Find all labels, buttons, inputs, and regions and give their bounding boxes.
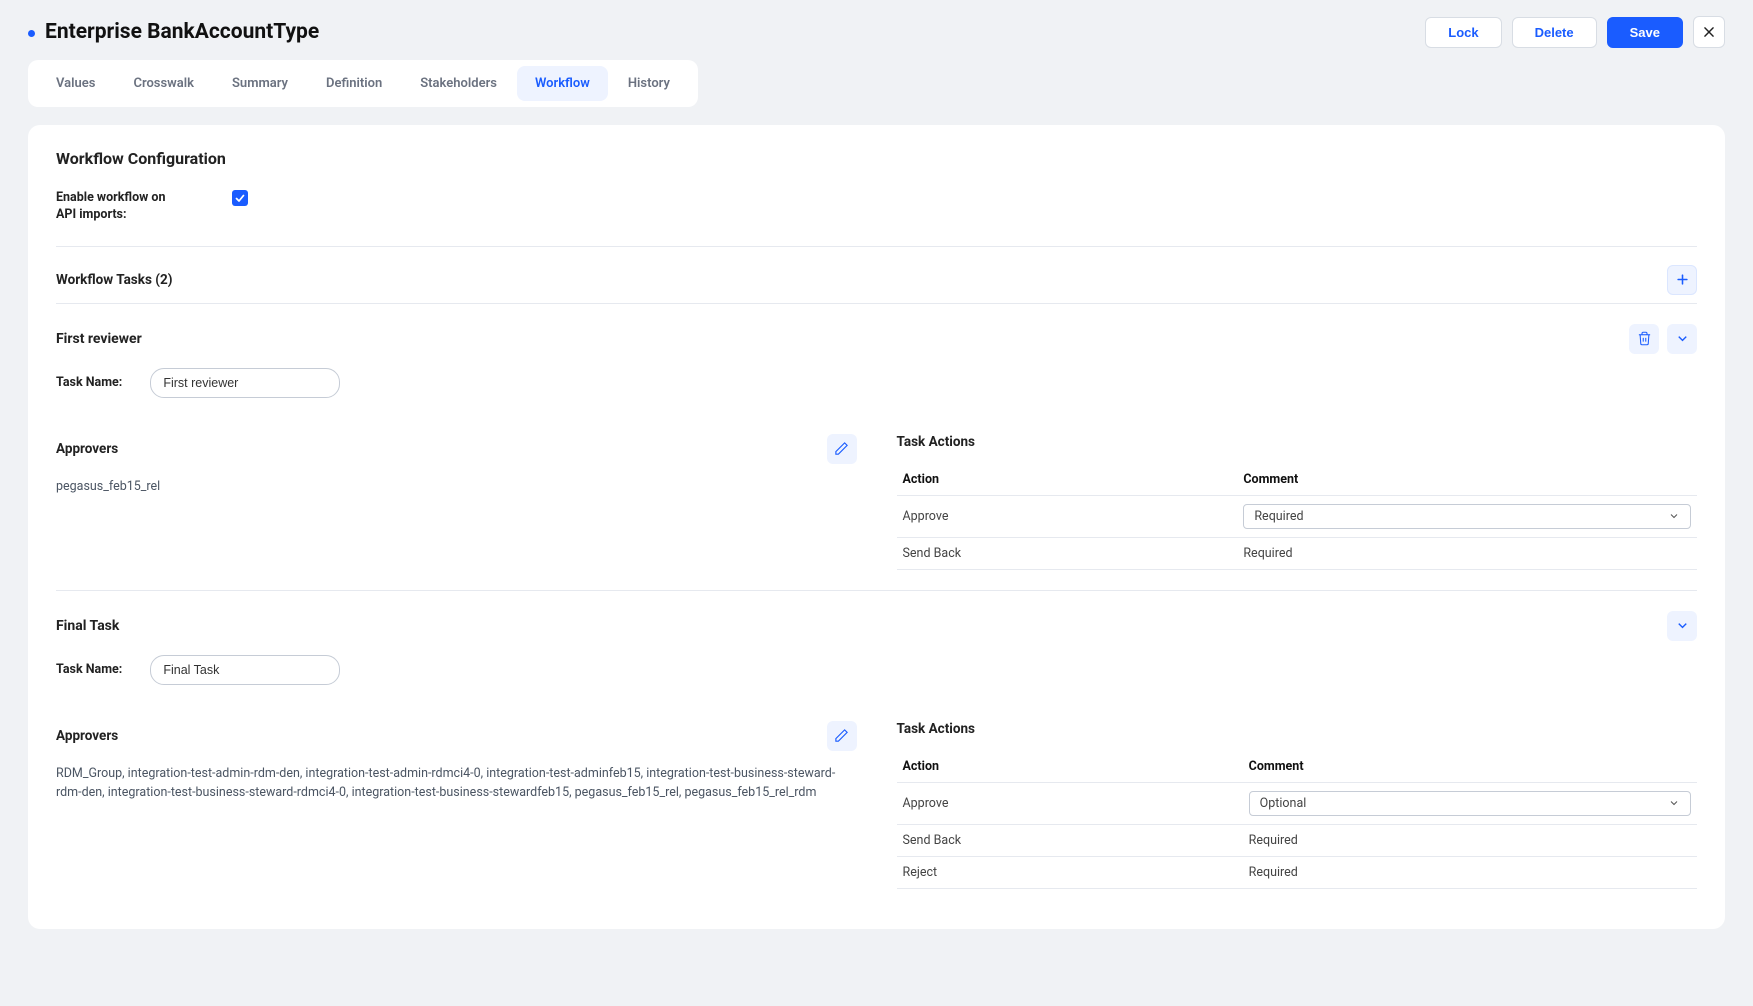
task-block: First reviewer Task Name: Approve bbox=[56, 314, 1697, 570]
action-cell: Reject bbox=[897, 856, 1243, 888]
task-title: First reviewer bbox=[56, 331, 142, 347]
check-icon bbox=[234, 192, 246, 204]
unsaved-dot-icon bbox=[28, 30, 35, 37]
approvers-title: Approvers bbox=[56, 441, 118, 457]
section-title: Workflow Configuration bbox=[56, 149, 1697, 168]
task-actions-title: Task Actions bbox=[897, 721, 975, 737]
table-row: Send Back Required bbox=[897, 537, 1698, 569]
chevron-down-icon bbox=[1668, 510, 1680, 522]
tabs: Values Crosswalk Summary Definition Stak… bbox=[28, 60, 698, 107]
task-name-label: Task Name: bbox=[56, 375, 122, 390]
tab-workflow[interactable]: Workflow bbox=[517, 66, 608, 101]
tab-stakeholders[interactable]: Stakeholders bbox=[402, 66, 515, 101]
comment-select[interactable]: Optional bbox=[1249, 791, 1691, 816]
delete-button[interactable]: Delete bbox=[1512, 17, 1597, 48]
tab-values[interactable]: Values bbox=[38, 66, 113, 101]
tab-history[interactable]: History bbox=[610, 66, 688, 101]
task-actions-title: Task Actions bbox=[897, 434, 975, 450]
action-header: Action bbox=[897, 751, 1243, 783]
page-title: Enterprise BankAccountType bbox=[45, 20, 319, 44]
add-task-button[interactable] bbox=[1667, 265, 1697, 295]
task-actions-table: Action Comment Approve Required bbox=[897, 464, 1698, 570]
edit-approvers-button[interactable] bbox=[827, 721, 857, 751]
comment-header: Comment bbox=[1243, 751, 1697, 783]
close-button[interactable] bbox=[1693, 16, 1725, 48]
table-row: Send Back Required bbox=[897, 824, 1698, 856]
comment-select-value: Optional bbox=[1260, 796, 1307, 811]
divider bbox=[56, 590, 1697, 591]
tab-summary[interactable]: Summary bbox=[214, 66, 306, 101]
task-actions-table: Action Comment Approve Optional bbox=[897, 751, 1698, 889]
comment-cell: Required bbox=[1243, 824, 1697, 856]
comment-header: Comment bbox=[1237, 464, 1697, 496]
comment-select[interactable]: Required bbox=[1243, 504, 1691, 529]
task-name-label: Task Name: bbox=[56, 662, 122, 677]
delete-task-button[interactable] bbox=[1629, 324, 1659, 354]
table-row: Approve Optional bbox=[897, 782, 1698, 824]
action-cell: Approve bbox=[897, 495, 1238, 537]
task-block: Final Task Task Name: Approvers bbox=[56, 601, 1697, 889]
lock-button[interactable]: Lock bbox=[1425, 17, 1501, 48]
action-header: Action bbox=[897, 464, 1238, 496]
close-icon bbox=[1702, 25, 1716, 39]
save-button[interactable]: Save bbox=[1607, 17, 1683, 48]
edit-approvers-button[interactable] bbox=[827, 434, 857, 464]
workflow-tasks-title: Workflow Tasks (2) bbox=[56, 272, 172, 288]
approvers-list: pegasus_feb15_rel bbox=[56, 478, 857, 497]
action-cell: Send Back bbox=[897, 537, 1238, 569]
collapse-task-button[interactable] bbox=[1667, 324, 1697, 354]
trash-icon bbox=[1637, 331, 1652, 346]
plus-icon bbox=[1675, 272, 1690, 287]
approvers-list: RDM_Group, integration-test-admin-rdm-de… bbox=[56, 765, 857, 803]
pencil-icon bbox=[834, 441, 849, 456]
comment-cell: Required bbox=[1237, 537, 1697, 569]
task-name-input[interactable] bbox=[150, 655, 340, 685]
chevron-down-icon bbox=[1675, 331, 1690, 346]
pencil-icon bbox=[834, 728, 849, 743]
page-header: Enterprise BankAccountType Lock Delete S… bbox=[28, 16, 1725, 48]
enable-workflow-checkbox[interactable] bbox=[232, 190, 248, 206]
comment-select-value: Required bbox=[1254, 509, 1303, 524]
action-cell: Approve bbox=[897, 782, 1243, 824]
chevron-down-icon bbox=[1675, 618, 1690, 633]
tab-crosswalk[interactable]: Crosswalk bbox=[115, 66, 212, 101]
table-row: Approve Required bbox=[897, 495, 1698, 537]
task-title: Final Task bbox=[56, 618, 119, 634]
workflow-panel: Workflow Configuration Enable workflow o… bbox=[28, 125, 1725, 929]
chevron-down-icon bbox=[1668, 797, 1680, 809]
tab-definition[interactable]: Definition bbox=[308, 66, 400, 101]
collapse-task-button[interactable] bbox=[1667, 611, 1697, 641]
action-cell: Send Back bbox=[897, 824, 1243, 856]
enable-workflow-label: Enable workflow on API imports: bbox=[56, 190, 176, 224]
approvers-title: Approvers bbox=[56, 728, 118, 744]
comment-cell: Required bbox=[1243, 856, 1697, 888]
task-name-input[interactable] bbox=[150, 368, 340, 398]
table-row: Reject Required bbox=[897, 856, 1698, 888]
